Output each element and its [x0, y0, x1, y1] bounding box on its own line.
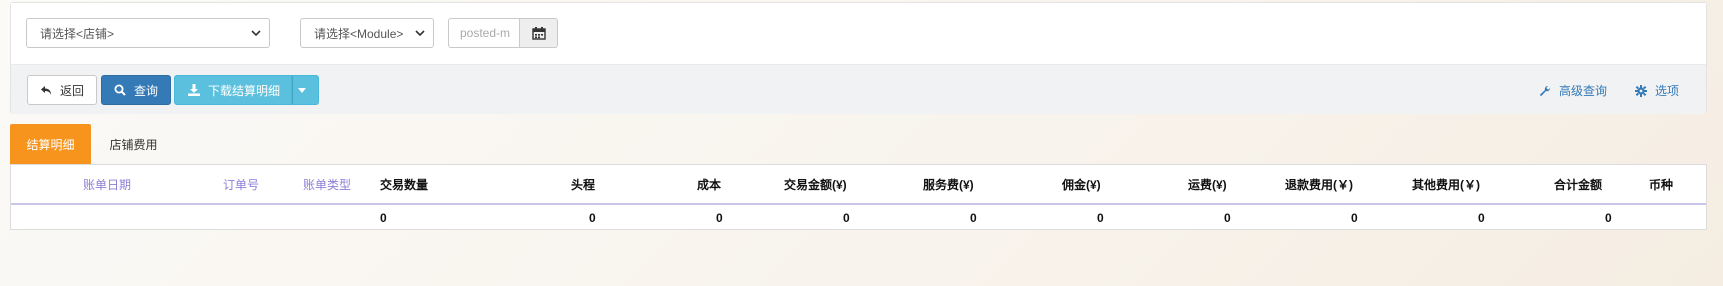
options-label: 选项	[1655, 84, 1680, 98]
back-button[interactable]: 返回	[27, 75, 97, 105]
column-header[interactable]: 账单日期	[83, 165, 131, 203]
column-header: 头程	[571, 177, 596, 192]
shop-select[interactable]: 请选择<店铺>	[26, 18, 270, 48]
table-cell: 0	[970, 211, 977, 225]
table-cell: 0	[589, 211, 596, 225]
advanced-query-label: 高级查询	[1559, 84, 1608, 98]
posted-month-input[interactable]: posted-m	[448, 18, 519, 48]
download-label: 下载结算明细	[208, 83, 281, 98]
calendar-button[interactable]	[519, 18, 558, 48]
reply-icon	[41, 85, 51, 95]
shop-select-value: 请选择<店铺>	[40, 26, 115, 41]
caret-down-icon	[297, 87, 306, 93]
table-cell: 0	[843, 211, 850, 225]
gear-icon	[1635, 84, 1647, 97]
module-select-value: 请选择<Module>	[314, 26, 404, 41]
download-icon	[188, 84, 200, 96]
back-label: 返回	[60, 83, 85, 98]
table-row: 0 0 0 0 0 0 0 0 0 0	[11, 207, 1706, 229]
table-cell: 0	[1097, 211, 1104, 225]
column-header: 退款费用(￥)	[1285, 177, 1353, 192]
wrench-icon	[1540, 85, 1551, 96]
advanced-query-link[interactable]: 高级查询	[1539, 82, 1607, 99]
column-header[interactable]: 账单类型	[303, 165, 351, 203]
chevron-down-icon	[251, 30, 261, 37]
table-header: 账单日期 订单号 账单类型 交易数量 头程 成本 交易金额(¥) 服务费(¥) …	[11, 165, 1706, 205]
tab-label: 结算明细	[26, 137, 75, 152]
column-header: 交易数量	[380, 177, 429, 192]
table-cell: 0	[1478, 211, 1485, 225]
column-header[interactable]: 订单号	[223, 165, 259, 203]
query-label: 查询	[134, 83, 159, 98]
download-dropdown-toggle[interactable]	[292, 75, 319, 105]
chevron-down-icon	[415, 30, 425, 37]
column-header: 其他费用(￥)	[1412, 177, 1480, 192]
calendar-icon	[531, 26, 546, 40]
column-header: 币种	[1649, 177, 1674, 192]
table-cell: 0	[1605, 211, 1612, 225]
table-cell: 0	[1351, 211, 1358, 225]
query-button[interactable]: 查询	[101, 75, 171, 105]
filter-row: 请选择<店铺> 请选择<Module> posted-m	[11, 3, 1706, 63]
tab-shop-fees[interactable]: 店铺费用	[91, 124, 176, 164]
table-cell: 0	[1224, 211, 1231, 225]
search-icon	[114, 84, 126, 96]
date-placeholder: posted-m	[460, 26, 511, 40]
column-header: 交易金额(¥)	[784, 177, 847, 192]
options-link[interactable]: 选项	[1635, 82, 1679, 99]
module-select[interactable]: 请选择<Module>	[300, 18, 434, 48]
column-header: 合计金额	[1554, 177, 1603, 192]
tab-settlement-detail[interactable]: 结算明细	[10, 124, 91, 164]
table-cell: 0	[380, 211, 387, 225]
column-header: 佣金(¥)	[1062, 177, 1101, 192]
table-cell: 0	[716, 211, 723, 225]
download-settlement-button[interactable]: 下载结算明细	[174, 75, 292, 105]
tab-label: 店铺费用	[109, 137, 158, 152]
column-header: 运费(¥)	[1188, 177, 1227, 192]
action-row: 返回 查询 下载结算明细 高级查询 选项	[11, 64, 1706, 114]
toolbar-panel: 请选择<店铺> 请选择<Module> posted-m 返回 查询 下载结算明…	[10, 2, 1707, 114]
settlement-table: 账单日期 订单号 账单类型 交易数量 头程 成本 交易金额(¥) 服务费(¥) …	[10, 164, 1707, 230]
column-header: 服务费(¥)	[923, 177, 974, 192]
column-header: 成本	[697, 177, 722, 192]
